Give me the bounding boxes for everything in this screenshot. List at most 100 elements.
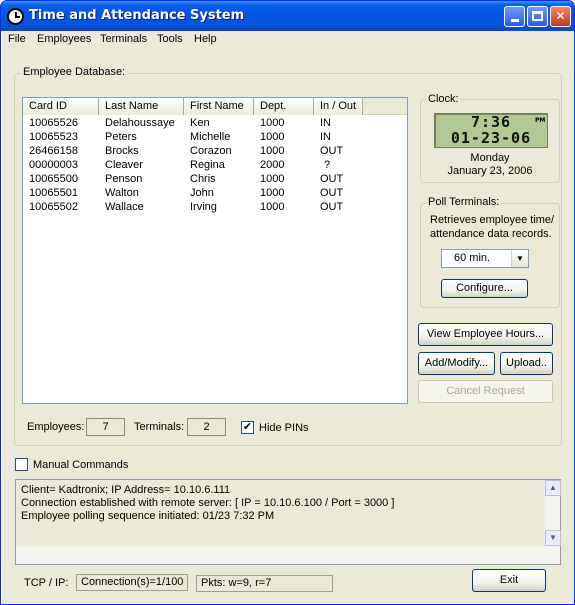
clock-date: 01-23-06 (450, 129, 532, 147)
clock-group-label: Clock: (426, 93, 461, 105)
menu-help[interactable]: Help (194, 33, 217, 45)
cell-dept: 1000 (260, 187, 285, 199)
poll-description-line2: attendance data records. (430, 228, 552, 240)
log-line: Employee polling sequence initiated: 01/… (21, 510, 275, 522)
menu-terminals[interactable]: Terminals (100, 33, 147, 45)
hide-pins-label: Hide PINs (259, 422, 309, 434)
close-button[interactable]: ✕ (550, 6, 571, 27)
employees-count-field: 7 (86, 418, 125, 436)
manual-commands-checkbox[interactable] (15, 458, 28, 471)
table-row[interactable]: 10065523 Peters Michelle 1000 IN (23, 130, 407, 144)
cell-in-out: OUT (320, 145, 344, 157)
cell-card-id: 10065523 (29, 131, 78, 143)
title-bar[interactable]: Time and Attendance System ✕ (1, 1, 574, 31)
cell-first-name: Irving (190, 201, 217, 213)
column-last-name[interactable]: Last Name (99, 98, 184, 115)
employees-count-label: Employees: (27, 421, 85, 433)
terminals-count-label: Terminals: (134, 421, 185, 433)
cell-in-out: OUT (320, 201, 344, 213)
app-window: Time and Attendance System ✕ File Employ… (0, 0, 575, 605)
clock-app-icon (7, 8, 24, 25)
view-employee-hours-button[interactable]: View Employee Hours... (418, 323, 553, 346)
menu-file[interactable]: File (8, 33, 26, 45)
table-row[interactable]: 26466158 Brocks Corazon 1000 OUT (23, 144, 407, 158)
employee-database-label: Employee Database: (21, 66, 128, 78)
cell-first-name: Corazon (190, 145, 232, 157)
close-icon: ✕ (555, 9, 566, 23)
column-dept[interactable]: Dept. (254, 98, 314, 115)
log-horizontal-scrollbar[interactable] (16, 546, 560, 564)
cell-dept: 1000 (260, 145, 285, 157)
maximize-button[interactable] (527, 6, 548, 27)
cell-first-name: Regina (190, 159, 225, 171)
poll-interval-value: 60 min. (454, 252, 491, 264)
menu-bar: File Employees Terminals Tools Help (1, 31, 574, 50)
cell-last-name: Brocks (105, 145, 139, 157)
exit-button[interactable]: Exit (472, 569, 546, 592)
maximize-icon (532, 11, 543, 21)
table-row[interactable]: 00000003 Cleaver Regina 2000 ? (23, 158, 407, 172)
cell-dept: 1000 (260, 131, 285, 143)
log-line: Client= Kadtronix; IP Address= 10.10.6.1… (21, 484, 231, 496)
cell-card-id: 10065501 (29, 187, 78, 199)
cell-last-name: Wallace (105, 201, 144, 213)
poll-description-line1: Retrieves employee time/ (430, 214, 555, 226)
cell-last-name: Delahoussaye (105, 117, 175, 129)
cell-in-out: OUT (320, 187, 344, 199)
cell-in-out: IN (320, 117, 331, 129)
minimize-icon (510, 19, 519, 22)
cell-in-out: ? (324, 159, 331, 171)
upload-button[interactable]: Upload.. (500, 352, 553, 375)
cell-dept: 2000 (260, 159, 285, 171)
cell-first-name: Chris (190, 173, 216, 185)
cell-last-name: Penson (105, 173, 143, 185)
employee-list[interactable]: Card ID Last Name First Name Dept. In / … (22, 97, 408, 404)
digital-clock-display: 7:36 PM 01-23-06 (434, 113, 548, 148)
tcp-ip-label: TCP / IP: (24, 577, 69, 589)
configure-button[interactable]: Configure... (441, 279, 528, 298)
clock-weekday: Monday (470, 152, 510, 164)
column-first-name[interactable]: First Name (184, 98, 254, 115)
cell-card-id: 10065500 (29, 173, 78, 185)
packets-field: Pkts: w=9, r=7 (196, 575, 333, 592)
cell-last-name: Walton (105, 187, 139, 199)
log-vertical-scrollbar[interactable]: ▲ ▼ (544, 480, 561, 546)
clock-ampm: PM (535, 117, 546, 124)
scroll-down-icon[interactable]: ▼ (545, 530, 561, 546)
checkmark-icon: ✔ (242, 421, 253, 433)
cell-last-name: Cleaver (105, 159, 143, 171)
cell-in-out: OUT (320, 173, 344, 185)
add-modify-button[interactable]: Add/Modify... (418, 352, 495, 375)
cell-first-name: John (190, 187, 214, 199)
menu-tools[interactable]: Tools (157, 33, 183, 45)
log-line: Connection established with remote serve… (21, 497, 395, 509)
cell-in-out: IN (320, 131, 331, 143)
cancel-request-button[interactable]: Cancel Request (418, 380, 553, 403)
table-row[interactable]: 10065500 Penson Chris 1000 OUT (23, 172, 407, 186)
cell-dept: 1000 (260, 173, 285, 185)
cell-dept: 1000 (260, 117, 285, 129)
employee-list-header: Card ID Last Name First Name Dept. In / … (23, 98, 407, 115)
terminals-count-field: 2 (187, 418, 226, 436)
hide-pins-checkbox[interactable]: ✔ (241, 421, 254, 434)
column-in-out[interactable]: In / Out (314, 98, 363, 115)
manual-commands-label: Manual Commands (33, 459, 129, 471)
minimize-button[interactable] (504, 6, 525, 27)
table-row[interactable]: 10065501 Walton John 1000 OUT (23, 186, 407, 200)
cell-dept: 1000 (260, 201, 285, 213)
column-card-id[interactable]: Card ID (23, 98, 99, 115)
cell-first-name: Ken (190, 117, 210, 129)
cell-last-name: Peters (105, 131, 137, 143)
connections-field: Connection(s)=1/100 (76, 574, 188, 591)
clock-long-date: January 23, 2006 (447, 165, 533, 177)
cell-card-id: 26466158 (29, 145, 78, 157)
cell-card-id: 10065502 (29, 201, 78, 213)
log-output[interactable]: Client= Kadtronix; IP Address= 10.10.6.1… (15, 479, 561, 565)
poll-terminals-label: Poll Terminals: (426, 196, 502, 208)
chevron-down-icon[interactable]: ▼ (511, 250, 528, 267)
scroll-up-icon[interactable]: ▲ (545, 480, 561, 496)
poll-interval-select[interactable]: 60 min. ▼ (441, 249, 529, 268)
table-row[interactable]: 10065502 Wallace Irving 1000 OUT (23, 200, 407, 214)
menu-employees[interactable]: Employees (37, 33, 91, 45)
table-row[interactable]: 10065526 Delahoussaye Ken 1000 IN (23, 116, 407, 130)
